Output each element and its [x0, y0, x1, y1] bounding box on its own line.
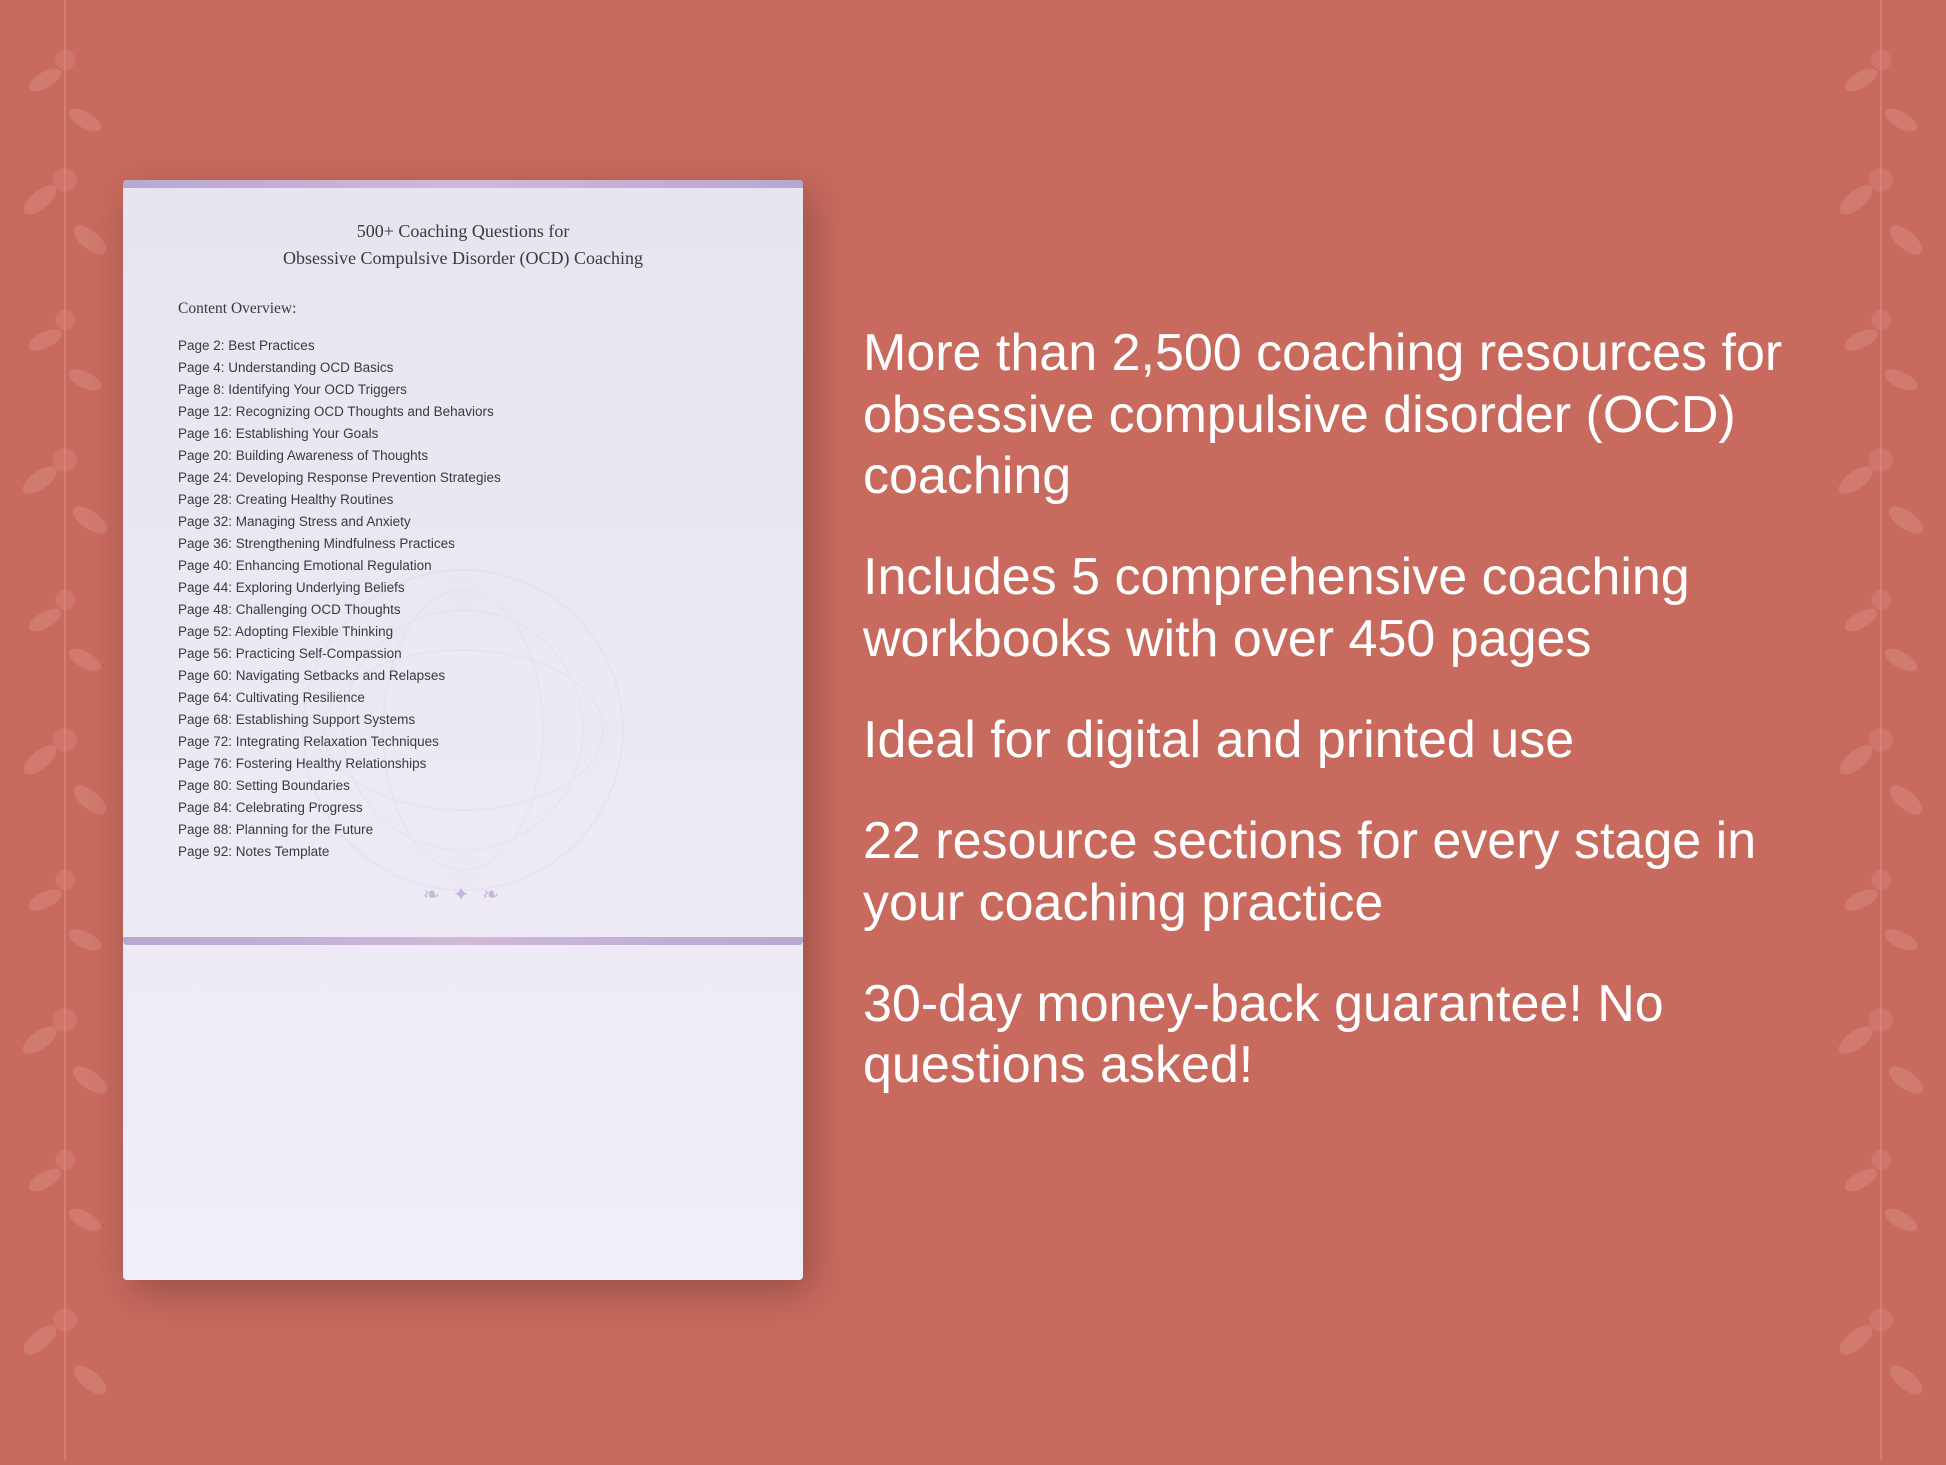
feature-block-feature-2: Includes 5 comprehensive coaching workbo…	[863, 547, 1823, 700]
toc-item: Page 16: Establishing Your Goals	[178, 422, 748, 444]
feature-text-feature-5: 30-day money-back guarantee! No question…	[863, 974, 1823, 1097]
feature-block-feature-4: 22 resource sections for every stage in …	[863, 811, 1823, 964]
floral-right-decoration	[1816, 0, 1946, 1460]
toc-item: Page 32: Managing Stress and Anxiety	[178, 510, 748, 532]
feature-text-feature-4: 22 resource sections for every stage in …	[863, 811, 1823, 934]
feature-text-feature-1: More than 2,500 coaching resources for o…	[863, 323, 1823, 507]
feature-text-feature-3: Ideal for digital and printed use	[863, 710, 1823, 771]
toc-item: Page 24: Developing Response Prevention …	[178, 466, 748, 488]
content-overview-label: Content Overview:	[178, 300, 748, 318]
document-watermark	[263, 530, 663, 930]
floral-left-decoration	[0, 0, 130, 1460]
doc-top-border	[123, 180, 803, 188]
bottom-pattern-decoration: ❧ ✦ ❧	[178, 882, 748, 907]
toc-item: Page 8: Identifying Your OCD Triggers	[178, 378, 748, 400]
feature-block-feature-5: 30-day money-back guarantee! No question…	[863, 974, 1823, 1127]
toc-item: Page 12: Recognizing OCD Thoughts and Be…	[178, 400, 748, 422]
toc-item: Page 4: Understanding OCD Basics	[178, 356, 748, 378]
toc-item: Page 28: Creating Healthy Routines	[178, 488, 748, 510]
features-panel: More than 2,500 coaching resources for o…	[863, 323, 1823, 1137]
toc-item: Page 20: Building Awareness of Thoughts	[178, 444, 748, 466]
toc-item: Page 2: Best Practices	[178, 334, 748, 356]
main-container: 500+ Coaching Questions for Obsessive Co…	[123, 180, 1823, 1280]
document-title: 500+ Coaching Questions for Obsessive Co…	[178, 218, 748, 272]
feature-block-feature-1: More than 2,500 coaching resources for o…	[863, 323, 1823, 537]
feature-text-feature-2: Includes 5 comprehensive coaching workbo…	[863, 547, 1823, 670]
doc-bottom-border	[123, 937, 803, 945]
feature-block-feature-3: Ideal for digital and printed use	[863, 710, 1823, 801]
document-panel: 500+ Coaching Questions for Obsessive Co…	[123, 180, 803, 1280]
